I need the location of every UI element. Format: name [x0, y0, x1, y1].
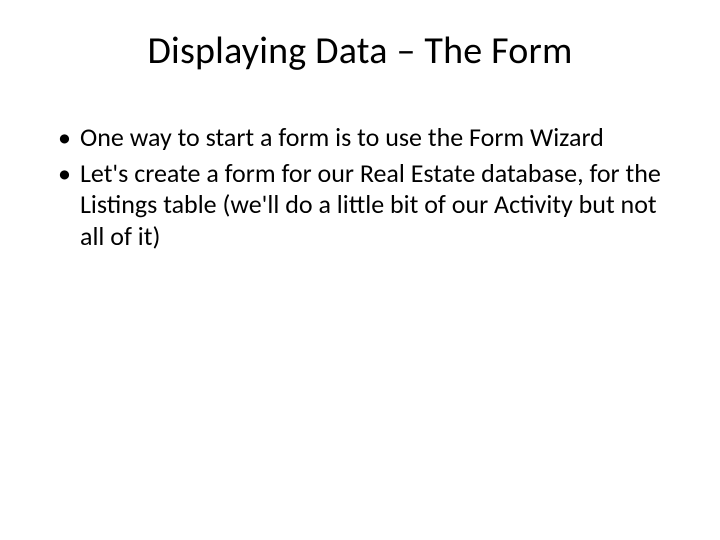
bullet-list: One way to start a form is to use the Fo…	[40, 122, 680, 253]
list-item: One way to start a form is to use the Fo…	[58, 122, 680, 154]
slide-container: Displaying Data – The Form One way to st…	[0, 0, 720, 540]
list-item: Let's create a form for our Real Estate …	[58, 158, 680, 253]
slide-title: Displaying Data – The Form	[40, 28, 680, 74]
